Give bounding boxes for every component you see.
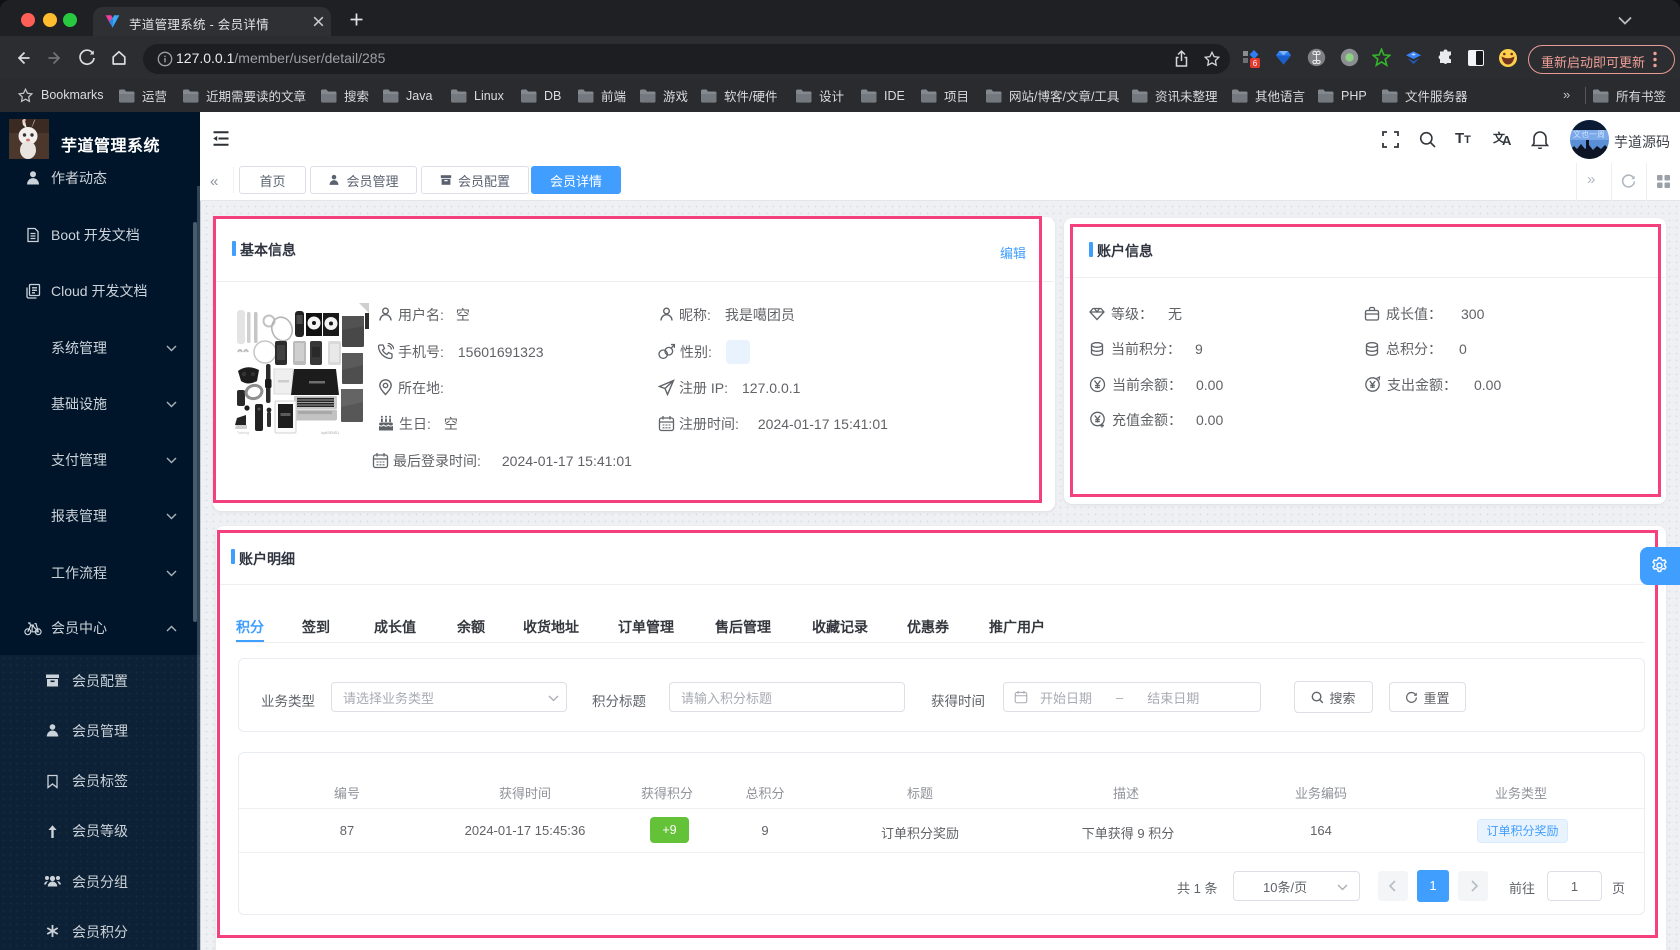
- svg-text:文也一周: 文也一周: [1573, 129, 1605, 139]
- svg-text:6: 6: [1253, 59, 1258, 68]
